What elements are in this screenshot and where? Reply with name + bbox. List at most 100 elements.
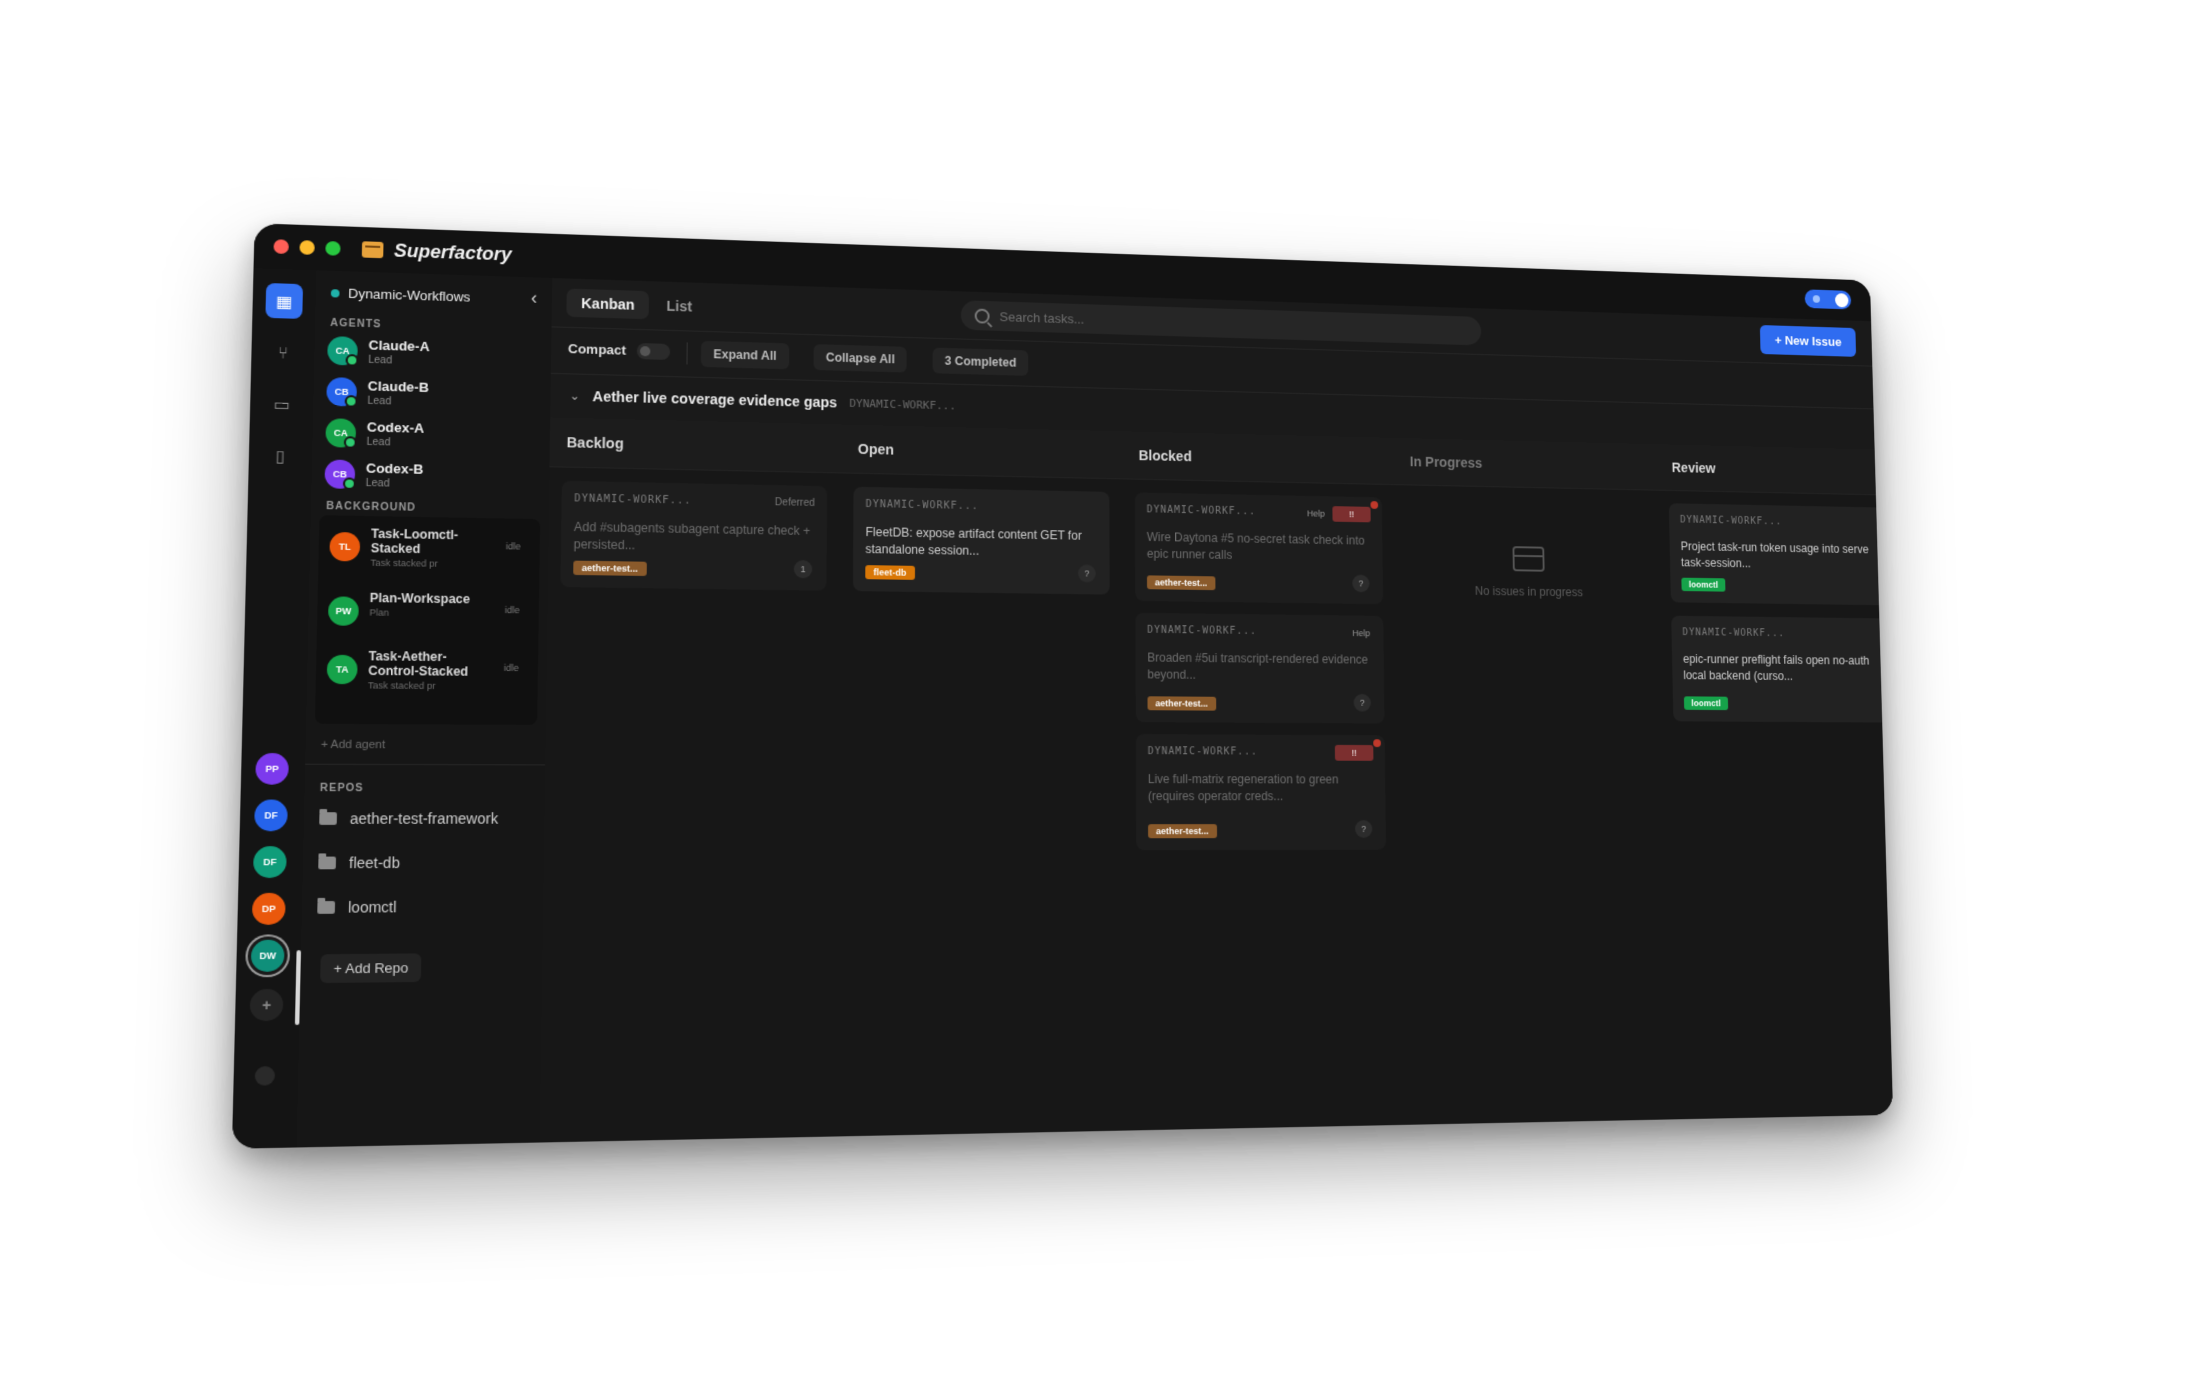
folder-icon	[319, 812, 337, 825]
compact-toggle[interactable]	[636, 342, 671, 360]
repo-item[interactable]: loomctl	[317, 899, 397, 916]
workspace-avatar[interactable]: PP	[255, 753, 289, 785]
issue-title: Wire Daytona #5 no-secret task check int…	[1146, 530, 1365, 562]
issue-card[interactable]: DYNAMIC-WORKF... Help !! Wire Daytona #5…	[1134, 492, 1384, 605]
column-title: Review	[1656, 444, 1894, 497]
add-workspace-button[interactable]: +	[249, 988, 284, 1022]
repo-tag: aether-test...	[1148, 824, 1217, 839]
agent-name: Codex-A	[366, 419, 425, 436]
background-agent-item[interactable]: TL Task-Loomctl-Stacked Task stacked pr i…	[329, 526, 529, 570]
comment-count: ?	[1077, 564, 1096, 583]
docs-nav-button[interactable]: ▯	[262, 437, 300, 473]
agent-name: Claude-B	[367, 378, 429, 396]
monitor-nav-button[interactable]: ▭	[263, 386, 301, 422]
issue-card[interactable]: DYNAMIC-WORKF... Help Broaden #5ui trans…	[1135, 612, 1385, 724]
column-review: Review DYNAMIC-WORKF... Project task-run…	[1656, 444, 1894, 1120]
comment-count: ?	[1353, 693, 1371, 712]
background-agent-name: Plan-Workspace	[369, 590, 471, 607]
issue-card[interactable]: DYNAMIC-WORKF... !! Live full-matrix reg…	[1135, 734, 1386, 851]
issue-card[interactable]: DYNAMIC-WORKF... Deferred Add #subagents…	[560, 480, 828, 591]
comment-count: ?	[1354, 820, 1373, 838]
tab-list[interactable]: List	[652, 291, 707, 321]
theme-toggle[interactable]	[1804, 289, 1852, 310]
issue-card[interactable]: DYNAMIC-WORKF... Project task-run token …	[1668, 503, 1894, 606]
background-agent-name: Task-Aether-Control-Stacked	[368, 648, 469, 679]
avatar: CB	[326, 377, 358, 408]
folder-icon	[317, 901, 336, 914]
repo-tag: aether-test...	[1147, 696, 1216, 711]
search-input[interactable]: Search tasks...	[960, 300, 1482, 346]
search-icon	[974, 308, 990, 324]
add-agent-button[interactable]: + Add agent	[321, 739, 386, 752]
window-controls	[273, 239, 341, 256]
agents-section-label: AGENTS	[330, 317, 382, 331]
avatar: PW	[327, 596, 359, 626]
new-issue-button[interactable]: + New Issue	[1760, 325, 1857, 357]
maximize-window-button[interactable]	[325, 241, 341, 256]
collapse-sidebar-icon[interactable]: ‹	[531, 287, 538, 308]
comment-count: ?	[1352, 574, 1370, 593]
repo-item[interactable]: fleet-db	[318, 854, 400, 871]
background-agent-subtitle: Task stacked pr	[370, 557, 438, 569]
project-selector[interactable]: Dynamic-Workflows	[330, 285, 471, 305]
repo-name: aether-test-framework	[349, 810, 499, 827]
repo-tag: loomctl	[1681, 577, 1726, 592]
tab-kanban[interactable]: Kanban	[566, 288, 650, 320]
repo-tag: aether-test...	[1146, 575, 1215, 591]
agent-item[interactable]: CA Claude-A Lead	[327, 336, 430, 367]
epic-code: DYNAMIC-WORKF...	[849, 396, 956, 412]
close-window-button[interactable]	[273, 239, 289, 255]
git-nav-button[interactable]: ⑂	[264, 334, 302, 370]
document-icon: ▯	[275, 445, 286, 466]
settings-icon[interactable]	[254, 1066, 276, 1086]
agent-item[interactable]: CA Codex-A Lead	[325, 418, 424, 449]
column-title: In Progress	[1394, 437, 1658, 491]
collapse-all-button[interactable]: Collapse All	[813, 344, 907, 373]
issue-title: FleetDB: expose artifact content GET for…	[865, 524, 1082, 558]
board-nav-button[interactable]: ▦	[265, 282, 304, 319]
background-agent-item[interactable]: PW Plan-Workspace Plan idle	[327, 590, 529, 628]
column-title: Open	[841, 424, 1124, 480]
add-repo-button[interactable]: + Add Repo	[320, 953, 422, 984]
blocked-indicator	[1370, 501, 1379, 509]
background-agent-status: idle	[505, 541, 521, 552]
comment-count: 1	[793, 559, 813, 579]
help-label: Help	[1352, 628, 1371, 639]
issue-card[interactable]: DYNAMIC-WORKF... FleetDB: expose artifac…	[852, 486, 1110, 595]
sidebar-divider	[305, 763, 546, 766]
issue-status: Deferred	[774, 497, 815, 509]
background-agent-status: idle	[503, 662, 519, 674]
app-brand: Superfactory	[361, 239, 512, 265]
background-agent-status: idle	[504, 604, 520, 616]
expand-all-button[interactable]: Expand All	[700, 340, 789, 370]
workspace-avatar[interactable]: DP	[251, 892, 286, 925]
blocked-indicator	[1373, 739, 1381, 748]
app-window: Superfactory ▦ ⑂ ▭ ▯ PP DF DF DP DW + Dy…	[231, 223, 1894, 1149]
background-agent-item[interactable]: TA Task-Aether-Control-Stacked Task stack…	[326, 648, 528, 692]
workspace-avatar-selected[interactable]: DW	[250, 939, 285, 972]
factory-logo-icon	[361, 241, 384, 259]
search-placeholder: Search tasks...	[999, 308, 1085, 327]
issue-code: DYNAMIC-WORKF...	[1682, 627, 1785, 640]
agent-item[interactable]: CB Claude-B Lead	[326, 377, 429, 408]
agent-name: Codex-B	[365, 460, 424, 477]
chevron-down-icon[interactable]: ⌄	[569, 389, 580, 403]
background-agent-subtitle: Task stacked pr	[367, 680, 436, 692]
minimize-window-button[interactable]	[299, 240, 315, 255]
issue-code: DYNAMIC-WORKF...	[865, 498, 979, 513]
issue-card[interactable]: DYNAMIC-WORKF... epic-runner preflight f…	[1671, 615, 1894, 723]
avatar: CB	[324, 459, 357, 491]
workspace-avatar[interactable]: DF	[252, 846, 287, 879]
issue-code: DYNAMIC-WORKF...	[1680, 514, 1783, 528]
workspace-avatar[interactable]: DF	[254, 799, 288, 832]
priority-badge: !!	[1332, 506, 1371, 523]
project-sidebar: Dynamic-Workflows ‹ AGENTS CA Claude-A Le…	[296, 270, 554, 1148]
repos-section-label: REPOS	[319, 782, 364, 795]
kanban-board: Backlog DYNAMIC-WORKF... Deferred Add #s…	[539, 417, 1894, 1143]
completed-filter-button[interactable]: 3 Completed	[932, 347, 1029, 376]
background-agent-subtitle: Plan	[369, 607, 390, 618]
repo-item[interactable]: aether-test-framework	[319, 810, 498, 827]
agent-item[interactable]: CB Codex-B Lead	[324, 459, 424, 491]
avatar: CA	[325, 418, 357, 449]
agent-name: Claude-A	[368, 337, 430, 355]
